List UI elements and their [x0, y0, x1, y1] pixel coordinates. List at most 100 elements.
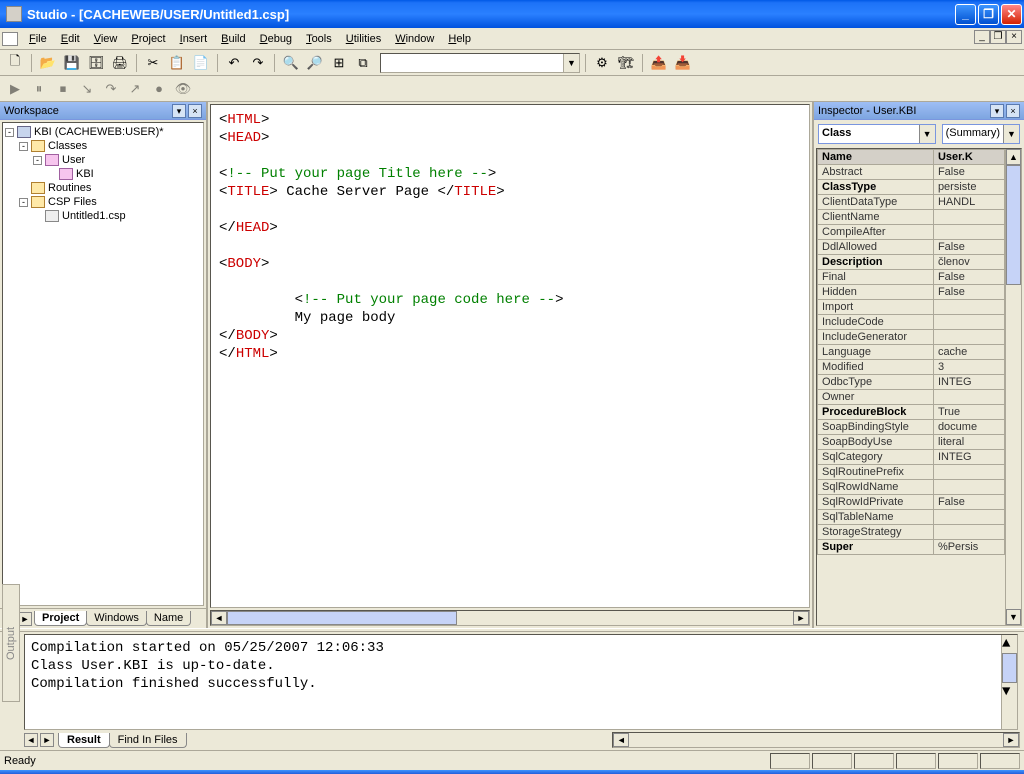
inspector-class-combo[interactable]: Class▼: [818, 124, 936, 144]
editor-hscrollbar[interactable]: ◄ ►: [210, 610, 810, 626]
inspector-row-key[interactable]: Super: [818, 540, 934, 555]
scroll-thumb[interactable]: [227, 611, 457, 625]
scroll-up-arrow[interactable]: ▲: [1006, 149, 1021, 165]
inspector-row-val[interactable]: [933, 225, 1004, 240]
out-tab-find[interactable]: Find In Files: [109, 733, 187, 748]
inspector-row-val[interactable]: [933, 480, 1004, 495]
chevron-down-icon[interactable]: ▼: [1003, 125, 1019, 143]
undo-button[interactable]: ↶: [223, 52, 245, 74]
menu-debug[interactable]: Debug: [253, 31, 299, 47]
menu-help[interactable]: Help: [441, 31, 478, 47]
out-tab-result[interactable]: Result: [58, 733, 110, 748]
inspector-row-val[interactable]: False: [933, 240, 1004, 255]
new-button[interactable]: 🗋: [4, 52, 26, 74]
redo-button[interactable]: ↷: [247, 52, 269, 74]
inspector-row-val[interactable]: INTEG: [933, 375, 1004, 390]
menu-window[interactable]: Window: [388, 31, 441, 47]
inspector-row-val[interactable]: [933, 510, 1004, 525]
menu-project[interactable]: Project: [124, 31, 172, 47]
inspector-row-val[interactable]: False: [933, 495, 1004, 510]
menu-tools[interactable]: Tools: [299, 31, 339, 47]
inspector-row-key[interactable]: IncludeGenerator: [818, 330, 934, 345]
scroll-up-arrow[interactable]: ▲: [1002, 635, 1017, 653]
ws-tab-right-arrow[interactable]: ►: [18, 612, 32, 626]
inspector-row-val[interactable]: cache: [933, 345, 1004, 360]
compile-button[interactable]: ⚙: [591, 52, 613, 74]
maximize-button[interactable]: ❐: [978, 4, 999, 25]
inspector-row-val[interactable]: INTEG: [933, 450, 1004, 465]
inspector-grid[interactable]: NameUser.K AbstractFalseClassTypepersist…: [816, 148, 1022, 626]
minimize-button[interactable]: _: [955, 4, 976, 25]
go-button[interactable]: ▶: [4, 78, 26, 100]
build-button[interactable]: 🏗: [615, 52, 637, 74]
inspector-row-val[interactable]: persiste: [933, 180, 1004, 195]
inspector-row-key[interactable]: SqlTableName: [818, 510, 934, 525]
break-button[interactable]: ⏸: [28, 78, 50, 100]
workspace-close-button[interactable]: ×: [188, 104, 202, 118]
inspector-row-key[interactable]: OdbcType: [818, 375, 934, 390]
inspector-row-key[interactable]: DdlAllowed: [818, 240, 934, 255]
menu-utilities[interactable]: Utilities: [339, 31, 388, 47]
mdi-close-button[interactable]: ×: [1006, 30, 1022, 44]
chevron-down-icon[interactable]: ▼: [563, 54, 579, 72]
copy-button[interactable]: 📋: [166, 52, 188, 74]
ws-tab-project[interactable]: Project: [34, 611, 87, 626]
inspector-row-val[interactable]: [933, 315, 1004, 330]
inspector-row-val[interactable]: True: [933, 405, 1004, 420]
inspector-row-key[interactable]: CompileAfter: [818, 225, 934, 240]
scroll-down-arrow[interactable]: ▼: [1006, 609, 1021, 625]
chevron-down-icon[interactable]: ▼: [919, 125, 935, 143]
inspector-row-key[interactable]: Language: [818, 345, 934, 360]
save-all-button[interactable]: 🗄: [85, 52, 107, 74]
paste-button[interactable]: 📄: [190, 52, 212, 74]
inspector-row-key[interactable]: Description: [818, 255, 934, 270]
inspector-row-val[interactable]: False: [933, 270, 1004, 285]
tree-user[interactable]: -User: [5, 153, 201, 167]
inspector-row-val[interactable]: [933, 390, 1004, 405]
stop-button[interactable]: ⏹: [52, 78, 74, 100]
export-button[interactable]: 📤: [648, 52, 670, 74]
inspector-dropdown-button[interactable]: ▾: [990, 104, 1004, 118]
menu-edit[interactable]: Edit: [54, 31, 87, 47]
find-in-files-button[interactable]: 🔎: [304, 52, 326, 74]
menu-insert[interactable]: Insert: [173, 31, 215, 47]
tree-root[interactable]: -KBI (CACHEWEB:USER)*: [5, 125, 201, 139]
out-tab-left-arrow[interactable]: ◄: [24, 733, 38, 747]
inspector-row-val[interactable]: docume: [933, 420, 1004, 435]
step-button[interactable]: ↘: [76, 78, 98, 100]
scroll-right-arrow[interactable]: ►: [793, 611, 809, 625]
scroll-down-arrow[interactable]: ▼: [1002, 683, 1017, 701]
output-side-tab[interactable]: Output: [2, 584, 20, 702]
inspector-row-key[interactable]: ClientDataType: [818, 195, 934, 210]
find-button[interactable]: 🔍: [280, 52, 302, 74]
inspector-row-key[interactable]: StorageStrategy: [818, 525, 934, 540]
cut-button[interactable]: ✂: [142, 52, 164, 74]
import-button[interactable]: 📥: [672, 52, 694, 74]
inspector-row-val[interactable]: [933, 465, 1004, 480]
view-other-button[interactable]: ⊞: [328, 52, 350, 74]
inspector-row-key[interactable]: Owner: [818, 390, 934, 405]
open-button[interactable]: 📂: [37, 52, 59, 74]
inspector-row-key[interactable]: ProcedureBlock: [818, 405, 934, 420]
scroll-right-arrow[interactable]: ►: [1003, 733, 1019, 747]
menu-build[interactable]: Build: [214, 31, 252, 47]
tree-routines[interactable]: Routines: [5, 181, 201, 195]
inspector-row-key[interactable]: SqlRoutinePrefix: [818, 465, 934, 480]
inspector-summary-combo[interactable]: (Summary)▼: [942, 124, 1020, 144]
inspector-row-val[interactable]: HANDL: [933, 195, 1004, 210]
scroll-left-arrow[interactable]: ◄: [211, 611, 227, 625]
tree-classes[interactable]: -Classes: [5, 139, 201, 153]
inspector-row-key[interactable]: SqlRowIdPrivate: [818, 495, 934, 510]
inspector-row-key[interactable]: Import: [818, 300, 934, 315]
inspector-row-key[interactable]: IncludeCode: [818, 315, 934, 330]
ws-tab-name[interactable]: Name: [146, 611, 191, 626]
inspector-row-val[interactable]: False: [933, 285, 1004, 300]
tree-cspfiles[interactable]: -CSP Files: [5, 195, 201, 209]
inspector-row-key[interactable]: SoapBodyUse: [818, 435, 934, 450]
watch-button[interactable]: 👁: [172, 78, 194, 100]
inspector-row-key[interactable]: SoapBindingStyle: [818, 420, 934, 435]
inspector-row-val[interactable]: [933, 210, 1004, 225]
breakpoint-button[interactable]: ●: [148, 78, 170, 100]
menu-file[interactable]: FFileile: [22, 31, 54, 47]
mdi-minimize-button[interactable]: _: [974, 30, 990, 44]
